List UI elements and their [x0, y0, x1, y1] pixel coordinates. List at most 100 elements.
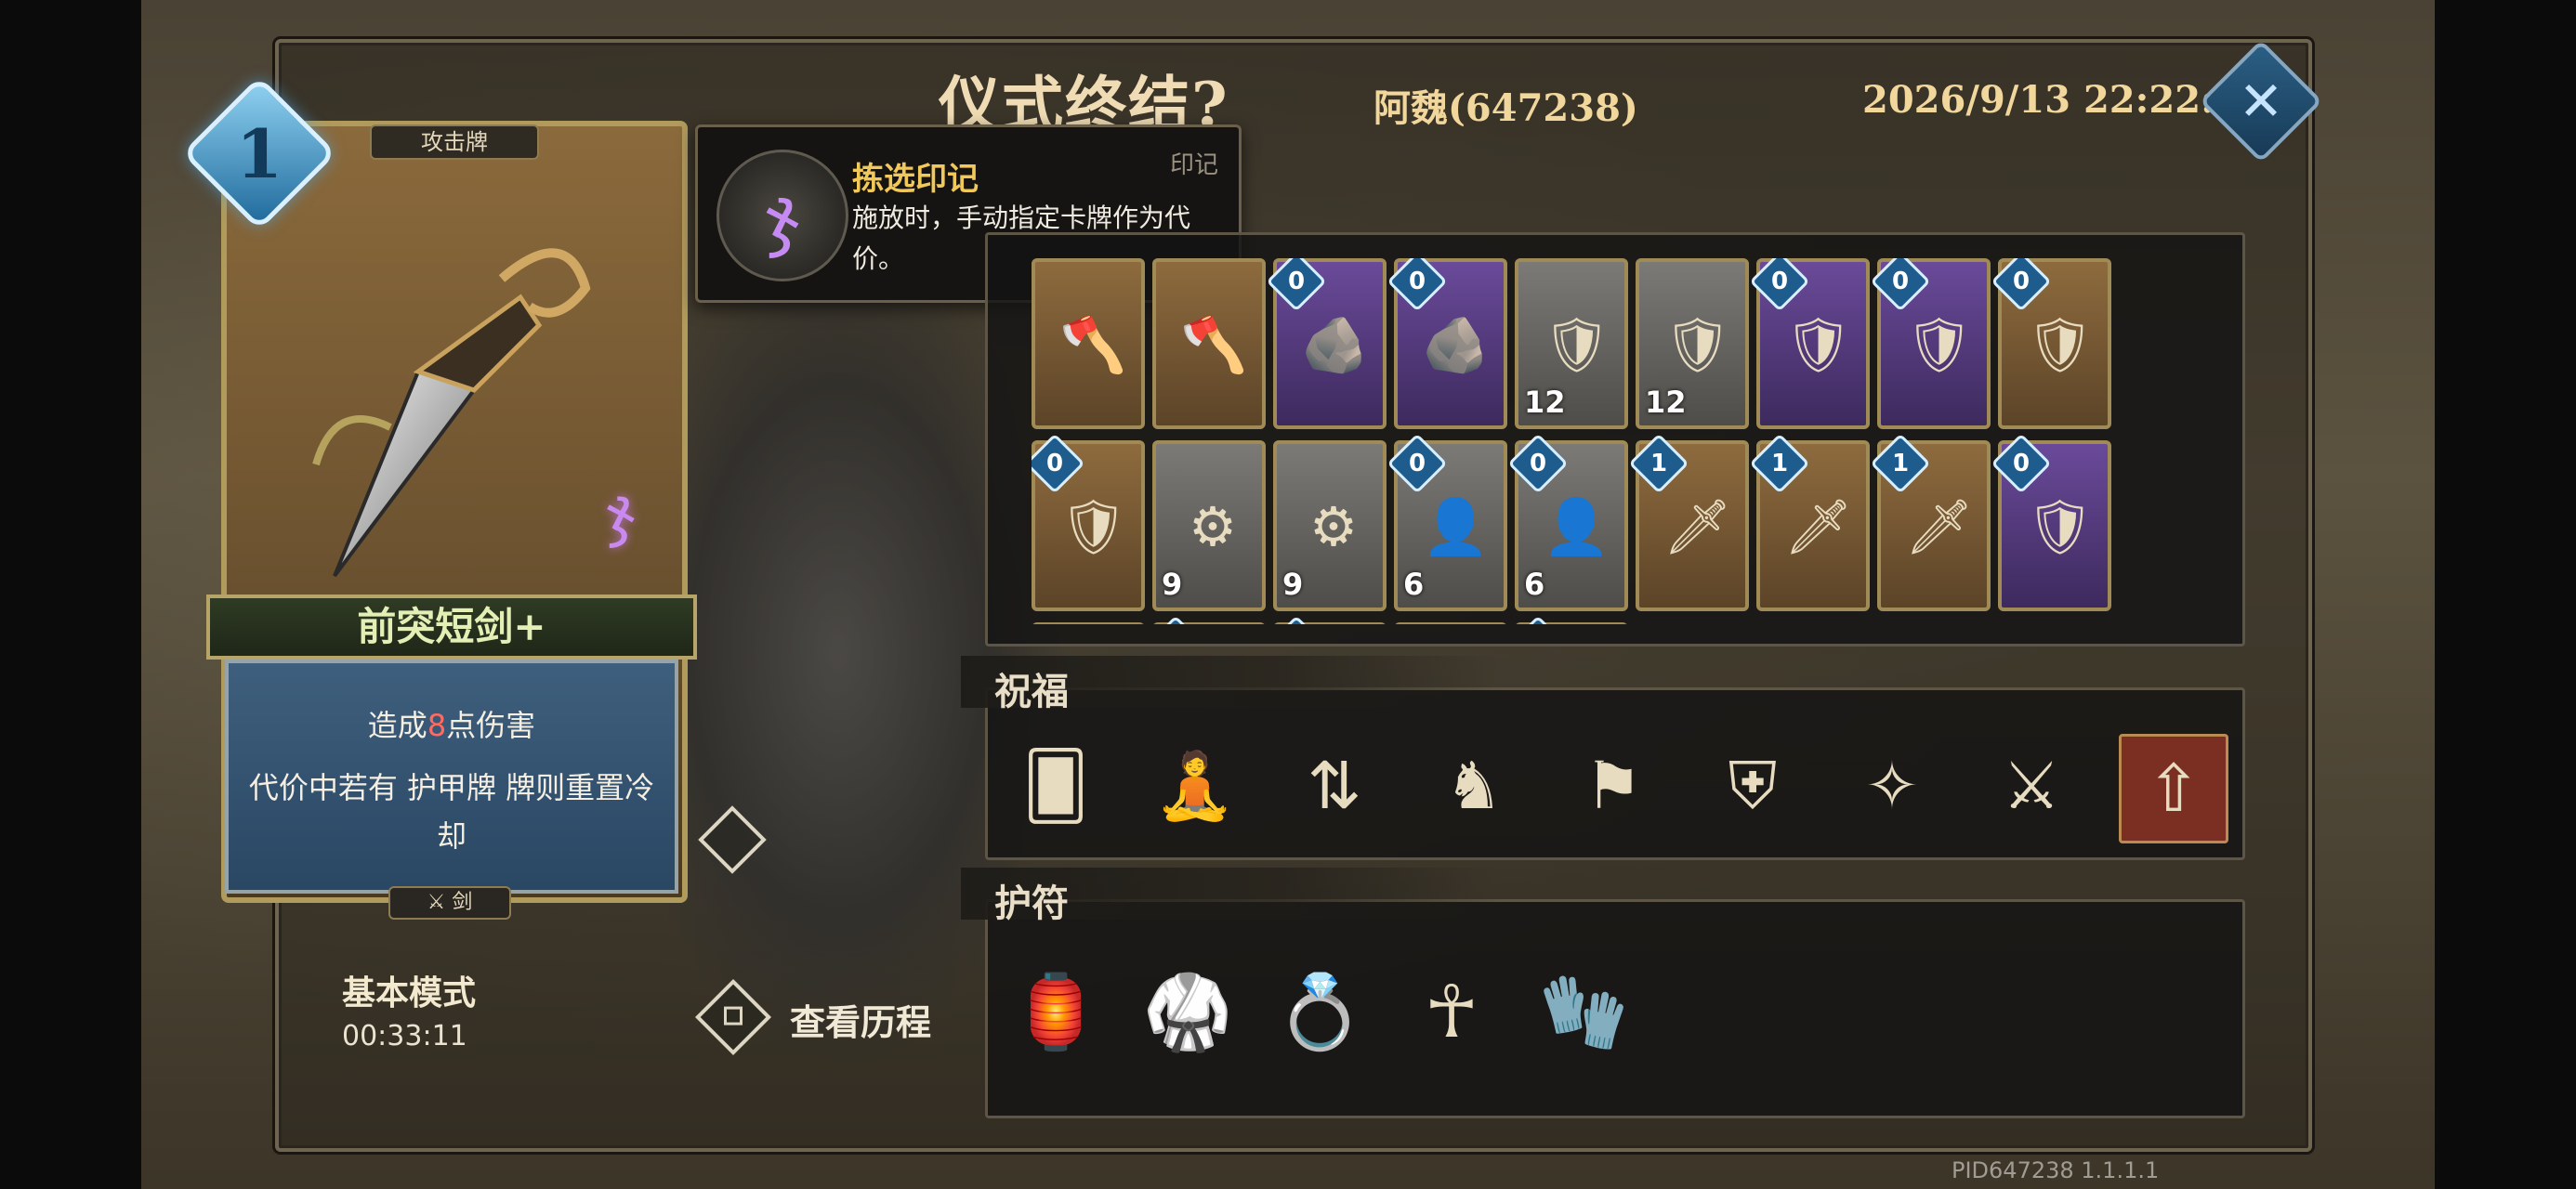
card-cost-gem: 0 [1507, 433, 1569, 494]
bracer-icon[interactable]: 🥋 [1141, 957, 1234, 1068]
card-cost-gem: 0 [1387, 258, 1448, 312]
deck-card[interactable]: 🪨 0 [1266, 258, 1387, 429]
deck-card[interactable]: 🗡 1 [1628, 433, 1749, 611]
tooltip-tag: 印记 [1170, 151, 1219, 179]
deck-card[interactable]: ◆1 [1507, 615, 1628, 624]
shield-orb-icon: 🛡 [1784, 313, 1853, 376]
mode-label: 基本模式 [342, 974, 477, 1013]
dagger-icon: 🗡 [1784, 495, 1853, 558]
deck-card[interactable]: ⚙ 9 [1152, 440, 1266, 611]
card-stat: 12 [1645, 385, 1687, 420]
deck-card[interactable]: 🛡 0 [1991, 258, 2111, 429]
brain-upgrade-icon[interactable]: ⇧ [2119, 734, 2228, 843]
card-cost-gem: 1 [1749, 433, 1810, 494]
deck-card[interactable]: 🪓 [1152, 258, 1266, 429]
amulet-icon[interactable]: ☥ [1405, 957, 1498, 1068]
version-label: PID647238 1.1.1.1 [1952, 1157, 2160, 1183]
deck-card[interactable]: ⚙ 9 [1273, 440, 1387, 611]
tooltip-title: 拣选印记 [852, 161, 979, 198]
deck-card[interactable]: 👤 0 6 [1507, 433, 1628, 611]
card-cost: 0 [1770, 268, 1789, 295]
card-name: 前突短剑+ [206, 594, 697, 660]
red-glove-icon[interactable]: 🧤 [1537, 957, 1630, 1068]
deck-card[interactable]: ◆ [1394, 622, 1507, 624]
deck-card[interactable]: 🗡 1 [1870, 433, 1991, 611]
deck-card[interactable]: 🛡 12 [1515, 258, 1628, 429]
card-cost-gem: 0 [1387, 433, 1448, 494]
card-cost: 0 [2012, 450, 2031, 477]
card-description: 造成8点伤害 代价中若有 护甲牌 牌则重置冷却 [225, 660, 678, 894]
deck-card[interactable]: 🛡 0 [1991, 433, 2111, 611]
card-cost: 0 [1045, 450, 1064, 477]
view-history-label: 查看历程 [790, 1002, 932, 1043]
purple-rune-icon: ჯ [716, 150, 848, 281]
shielded-warrior-icon[interactable]: ⛨ [1701, 734, 1805, 838]
deck-card[interactable]: 🗡 1 [1749, 433, 1870, 611]
axe-icon: 🪓 [1059, 313, 1127, 376]
sword-icon: ⚔ [427, 891, 453, 914]
close-icon: ✕ [2238, 70, 2284, 133]
golden-shield-icon: 🛡 [2026, 313, 2095, 376]
card-cost: 1 [1649, 450, 1668, 477]
charms-header: 护符 [961, 868, 1500, 925]
card-cost-gem: 0 [1991, 433, 2052, 494]
mode-time: 00:33:11 [342, 1020, 467, 1052]
card-type-label: 攻击牌 [370, 124, 539, 160]
card-cost: 0 [1529, 450, 1547, 477]
dagger-icon: 🗡 [1905, 495, 1974, 558]
dagger-icon [312, 248, 591, 578]
card-stat: 12 [1524, 385, 1566, 420]
card-cost-gem: 0 [1266, 258, 1327, 312]
armor-icon: 🛡 [1543, 313, 1611, 376]
golden-shield-icon: 🛡 [1059, 495, 1128, 558]
player-name: 阿魏(647238) [1373, 86, 1638, 130]
deck-grid[interactable]: 🪓🪓🪨0🪨0🛡12🛡12🛡0🛡0🛡0🛡0⚙9⚙9👤06👤06🗡1🗡1🗡1🛡0◆◆… [1032, 258, 2128, 624]
card-cost: 0 [2012, 268, 2031, 295]
deck-card[interactable]: 👤 0 6 [1387, 433, 1507, 611]
ring-icon[interactable]: 💍 [1273, 957, 1366, 1068]
card-cost-gem: 1 [1145, 615, 1206, 624]
card-stat: 9 [1162, 567, 1183, 602]
lantern-icon[interactable]: 🏮 [1009, 957, 1102, 1068]
deck-card[interactable]: ◆1 [1145, 615, 1266, 624]
broken-shield-icon[interactable]: ✧ [1840, 734, 1944, 838]
dual-warriors-icon[interactable]: ⚔ [1979, 734, 2083, 838]
card-cost-gem: 0 [1749, 258, 1810, 312]
banner-icon[interactable]: ⚑ [1561, 734, 1665, 838]
card-cost-gem: 0 [1032, 433, 1085, 494]
deck-card[interactable]: 🛡 0 [1749, 258, 1870, 429]
armor-icon: 🛡 [1663, 313, 1732, 376]
card-desc-line2: 代价中若有 护甲牌 牌则重置冷却 [248, 770, 655, 854]
deck-card[interactable]: 🪨 0 [1387, 258, 1507, 429]
card-cost: 0 [1891, 268, 1910, 295]
hooded-figure-icon: 👤 [1543, 495, 1610, 558]
card-cost: 0 [1287, 268, 1306, 295]
card-upgrade-icon[interactable]: ⇅ [1282, 734, 1387, 838]
deck-card[interactable]: 🛡 0 [1032, 433, 1145, 611]
card-cost-gem: 0 [1991, 258, 2052, 312]
card-cost: 0 [1408, 268, 1426, 295]
cards-spark-icon[interactable]: 🂠 [1004, 734, 1108, 838]
hooded-figure-icon: 👤 [1422, 495, 1490, 558]
stone-tablet-icon: 🪨 [1301, 313, 1369, 376]
card-tag: ⚔ 剑 [388, 886, 511, 920]
card-desc-suffix: 点伤害 [446, 708, 536, 743]
card-cost-gem: 1 [1266, 615, 1327, 624]
blessings-label: 祝福 [994, 670, 1069, 713]
shield-orb-icon: 🛡 [2026, 495, 2095, 558]
card-desc-prefix: 造成 [367, 708, 427, 743]
card-cost: 1 [1770, 450, 1789, 477]
deck-card[interactable]: 🪓 [1032, 258, 1145, 429]
deck-card[interactable]: 🛡 12 [1636, 258, 1749, 429]
deck-card[interactable]: ◆ [1032, 622, 1145, 624]
card-cost: 0 [1408, 450, 1426, 477]
card-stat: 6 [1524, 567, 1545, 602]
winged-knight-icon[interactable]: ♞ [1422, 734, 1526, 838]
card-cost-gem: 0 [1870, 258, 1931, 312]
purple-rune-icon: ჯ [606, 476, 636, 549]
deck-card[interactable]: 🛡 0 [1870, 258, 1991, 429]
meditating-figure-icon[interactable]: 🧘 [1143, 734, 1247, 838]
deck-card[interactable]: ◆1 [1266, 615, 1387, 624]
golden-armor-icon: ⚙ [1189, 495, 1237, 558]
card-cost-gem: 1 [1507, 615, 1569, 624]
